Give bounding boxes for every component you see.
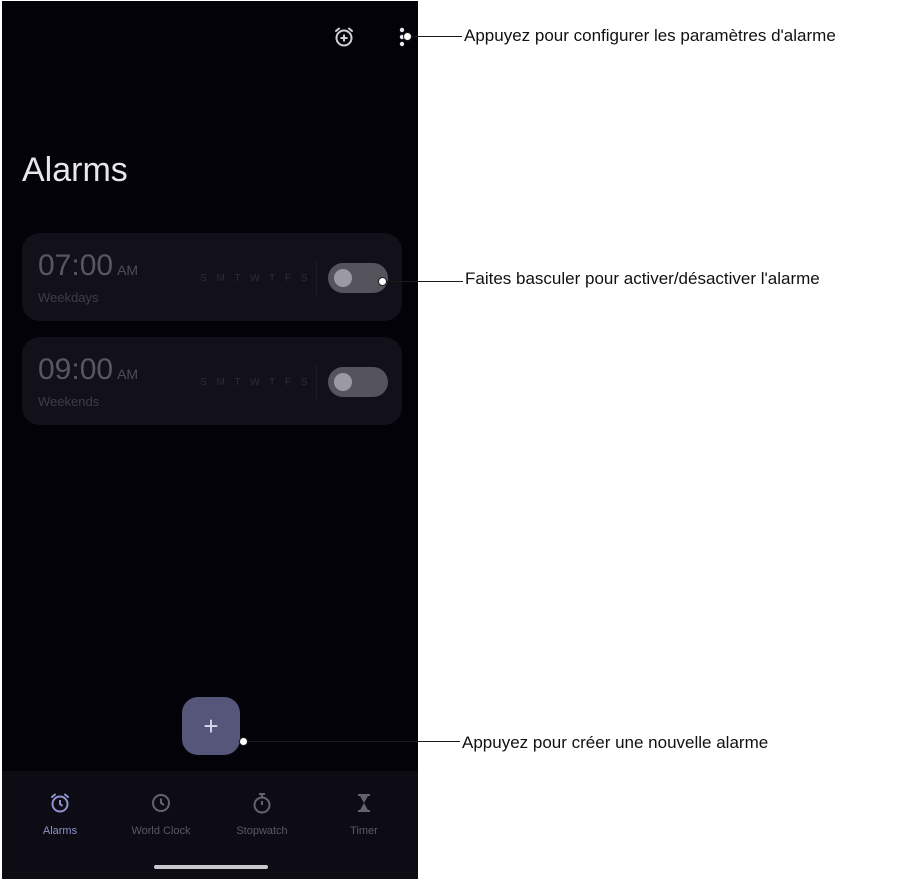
hourglass-icon <box>358 794 370 812</box>
tab-label: Stopwatch <box>236 825 288 837</box>
tab-stopwatch[interactable]: Stopwatch <box>210 791 314 837</box>
clock-app-screen: Alarms 07:00 AM Weekdays S M T W T F S 09… <box>2 1 418 879</box>
callout-toggle-text: Faites basculer pour activer/désactiver … <box>465 269 820 288</box>
tab-label: Timer <box>350 825 378 837</box>
callout-dot-create <box>239 737 248 746</box>
callout-dot-settings <box>403 32 412 41</box>
alarm-repeat-label: Weekends <box>38 394 100 409</box>
divider <box>316 261 317 295</box>
divider <box>316 365 317 399</box>
callout-create-text: Appuyez pour créer une nouvelle alarme <box>462 733 769 752</box>
alarm-add-icon[interactable] <box>330 23 358 51</box>
clock-icon <box>152 794 170 812</box>
alarm-repeat-label: Weekdays <box>38 290 99 305</box>
tab-label: Alarms <box>42 825 78 837</box>
alarm-card-weekdays[interactable]: 07:00 AM Weekdays S M T W T F S <box>22 233 402 321</box>
callout-settings-text: Appuyez pour configurer les paramètres d… <box>464 26 836 45</box>
alarm-days: S M T W T F S <box>200 273 311 284</box>
toggle-knob <box>334 269 352 287</box>
toggle-knob <box>334 373 352 391</box>
alarm-toggle[interactable] <box>328 367 388 397</box>
page-title: Alarms <box>22 151 128 189</box>
bottom-navigation: Alarms World Clock Stopwatch Timer <box>2 771 418 879</box>
alarm-card-weekends[interactable]: 09:00 AM Weekends S M T W T F S <box>22 337 402 425</box>
alarm-days: S M T W T F S <box>200 377 311 388</box>
callout-line-settings <box>412 36 462 37</box>
tab-timer[interactable]: Timer <box>312 791 416 837</box>
alarm-ampm: AM <box>117 366 139 382</box>
callout-dot-toggle <box>378 277 387 286</box>
tab-alarms[interactable]: Alarms <box>8 791 112 837</box>
stopwatch-icon <box>253 793 271 814</box>
tab-world-clock[interactable]: World Clock <box>109 791 213 837</box>
callout-line-toggle <box>387 281 463 282</box>
callout-line-create <box>248 741 460 742</box>
add-alarm-button[interactable]: + <box>182 697 240 755</box>
home-indicator[interactable] <box>154 865 268 869</box>
alarm-ampm: AM <box>117 262 139 278</box>
alarm-clock-icon <box>51 793 69 813</box>
alarm-time: 09:00 AM <box>38 353 139 386</box>
tab-label: World Clock <box>131 825 191 837</box>
alarm-time: 07:00 AM <box>38 249 139 282</box>
